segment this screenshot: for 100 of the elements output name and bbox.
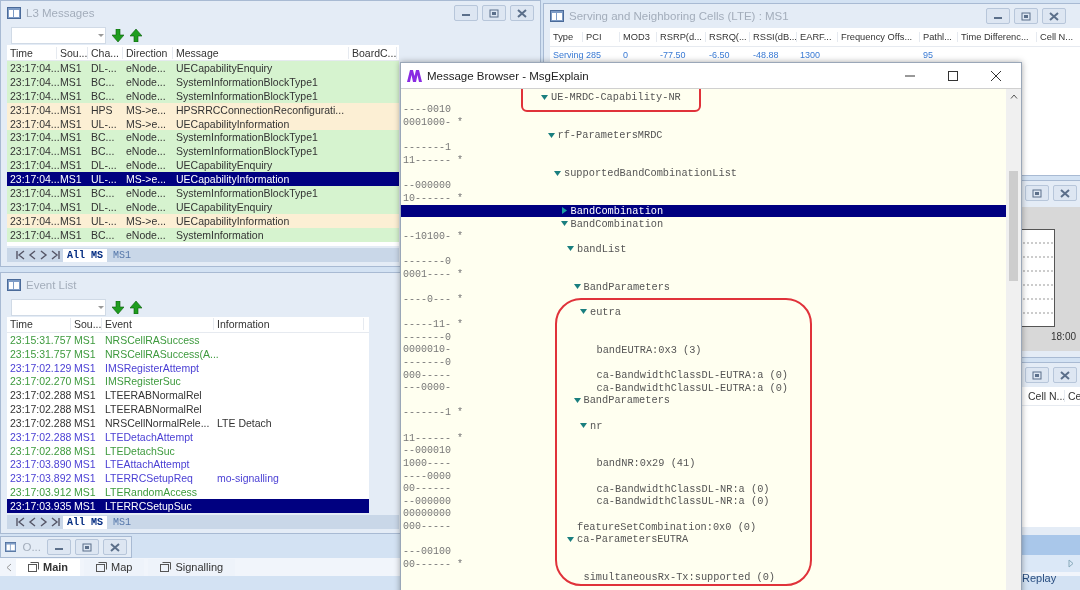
restore-button[interactable]: [1025, 367, 1049, 383]
tree-node[interactable]: bandEUTRA:0x3 (3): [551, 343, 1006, 357]
tree-node[interactable]: bandList: [401, 242, 1006, 256]
time-cell-text: 23:17:03.912: [9, 486, 71, 499]
event-row[interactable]: 23:17:03.890 MS1 LTEAttachAttempt: [7, 457, 369, 472]
tree-node[interactable]: BandCombination: [401, 217, 1006, 230]
nav-arrow-icon[interactable]: [15, 517, 25, 527]
tree-node[interactable]: ca-BandwidthClassUL-EUTRA:a (0): [551, 381, 1006, 394]
caret-down-icon[interactable]: [580, 422, 587, 430]
event-row[interactable]: 23:17:03.892 MS1 LTERRCSetupReq mo-signalling: [7, 471, 369, 486]
scroll-left-icon[interactable]: [6, 562, 12, 572]
message-row[interactable]: 23:17:04...MS1 DL-... eNode... UECapabilityEnquiry: [7, 158, 399, 173]
column-header[interactable]: Time: [7, 318, 71, 331]
column-header[interactable]: Ce: [1065, 390, 1080, 402]
restore-button[interactable]: [482, 5, 506, 21]
event-row[interactable]: 23:17:02.270 MS1 IMSRegisterSuc: [7, 374, 369, 389]
tree-node[interactable]: ca-BandwidthClassDL-EUTRA:a (0): [551, 368, 1006, 382]
event-row[interactable]: 23:17:02.288 MS1 LTEERABNormalRel: [7, 388, 369, 403]
column-header[interactable]: Cell N...: [1037, 32, 1080, 42]
column-header[interactable]: BoardC...: [349, 46, 397, 59]
minimize-button[interactable]: [47, 539, 71, 555]
tree-node[interactable]: UE-MRDC-Capability-NR: [401, 91, 1006, 104]
arrow-up-icon[interactable]: [130, 28, 142, 42]
nav-arrow-icon[interactable]: [51, 517, 61, 527]
tree-node[interactable]: rf-ParametersMRDC: [401, 128, 1006, 142]
column-header[interactable]: Cell N...: [1025, 390, 1065, 402]
event-row[interactable]: 23:17:02.288 MS1 LTEDetachAttempt: [7, 429, 369, 444]
caret-down-icon[interactable]: [580, 308, 587, 316]
minimize-button[interactable]: [454, 5, 478, 21]
tree-node[interactable]: BandParameters: [401, 280, 1006, 293]
nav-arrow-icon[interactable]: [15, 250, 25, 260]
scrollbar-thumb[interactable]: [1009, 171, 1018, 281]
restore-button[interactable]: [75, 539, 99, 555]
column-header[interactable]: EARF...: [797, 32, 838, 42]
event-row[interactable]: 23:15:31.757 MS1 NRSCellRASuccess(A...: [7, 346, 369, 361]
direction-cell-text: MS->e...: [125, 173, 167, 186]
column-header[interactable]: Event: [102, 318, 214, 331]
nav-arrow-icon[interactable]: [51, 250, 61, 260]
column-header[interactable]: Pathl...: [920, 32, 958, 42]
scrollbar[interactable]: [1006, 89, 1021, 590]
column-header[interactable]: Sou...: [57, 46, 88, 59]
tree-node[interactable]: ca-ParametersEUTRA: [401, 532, 1006, 546]
tree-node[interactable]: ca-BandwidthClassDL-NR:a (0): [551, 482, 1006, 495]
event-row[interactable]: 23:17:03.935 MS1 LTERRCSetupSuc: [7, 499, 369, 513]
message-row[interactable]: 23:17:04...MS1 DL-... eNode... UECapabilityEnquiry: [7, 61, 399, 75]
tab[interactable]: All MS: [63, 515, 107, 529]
message-row[interactable]: 23:17:04...MS1 BC... eNode... SystemInformationBlockType1: [7, 144, 399, 159]
column-header[interactable]: Time: [7, 46, 57, 59]
caret-right-icon[interactable]: [560, 207, 568, 215]
tree-node[interactable]: bandNR:0x29 (41): [551, 457, 1006, 470]
column-header[interactable]: Time Differenc...: [958, 32, 1037, 42]
restore-button[interactable]: [1014, 8, 1038, 24]
column-header[interactable]: Information: [214, 318, 364, 331]
caret-down-icon[interactable]: [554, 169, 561, 177]
arrow-up-icon[interactable]: [130, 300, 142, 314]
caret-down-icon[interactable]: [573, 396, 581, 404]
message-row[interactable]: 23:17:04...MS1 BC... eNode... SystemInformationBlockType1: [7, 186, 399, 200]
tree-node[interactable]: ca-BandwidthClassUL-NR:a (0): [551, 495, 1006, 508]
tree-node[interactable]: featureSetCombination:0x0 (0): [551, 520, 1006, 533]
column-header[interactable]: Sou...: [71, 318, 102, 331]
column-header[interactable]: Message: [173, 46, 349, 59]
message-row[interactable]: 23:17:04...MS1 UL-... MS->e... UECapabilityInformation: [7, 172, 399, 186]
tab[interactable]: All MS: [63, 248, 107, 262]
event-row[interactable]: 23:17:03.912 MS1 LTERandomAccess: [7, 485, 369, 500]
column-header[interactable]: RSRQ(...: [706, 32, 750, 42]
arrow-down-icon[interactable]: [112, 300, 124, 314]
event-row[interactable]: 23:17:02.288 MS1 LTEDetachSuc: [7, 443, 369, 458]
event-row[interactable]: 23:17:02.288 MS1 LTEERABNormalRel: [7, 402, 369, 416]
caret-down-icon[interactable]: [573, 283, 581, 291]
view-tab[interactable]: Main: [16, 558, 81, 576]
channel-cell-text: BC...: [90, 186, 116, 199]
restore-button[interactable]: [1025, 185, 1049, 201]
column-header[interactable]: RSSI(dB...: [750, 32, 797, 42]
column-header[interactable]: Type: [550, 32, 583, 42]
tree-node[interactable]: eutra: [401, 305, 1006, 319]
replay-label[interactable]: Replay: [1022, 572, 1057, 584]
arrow-down-icon[interactable]: [112, 28, 124, 42]
tree-node[interactable]: BandCombination: [401, 204, 1006, 218]
column-header[interactable]: MOD3: [620, 32, 657, 42]
tree-node[interactable]: BandParameters: [401, 394, 1006, 407]
column-header[interactable]: RSRP(d...: [657, 32, 706, 42]
column-header[interactable]: Cha...: [88, 46, 123, 59]
caret-down-icon[interactable]: [547, 131, 555, 139]
event-row[interactable]: 23:15:31.757 MS1 NRSCellRASuccess: [7, 332, 369, 347]
minimize-button[interactable]: [986, 8, 1010, 24]
column-header[interactable]: Frequency Offs...: [838, 32, 920, 42]
scroll-up-icon[interactable]: [1009, 94, 1018, 99]
event-row[interactable]: 23:17:02.129 MS1 IMSRegisterAttempt: [7, 360, 369, 375]
column-header[interactable]: Direction: [123, 46, 173, 59]
tree-node[interactable]: nr: [401, 419, 1006, 432]
message-row[interactable]: 23:17:04...MS1 BC... eNode... SystemInformationBlockType1: [7, 130, 399, 145]
caret-down-icon[interactable]: [567, 245, 574, 253]
column-header[interactable]: PCI: [583, 32, 620, 42]
message-cell-text: SystemInformationBlockType1: [175, 186, 319, 199]
caret-down-icon[interactable]: [560, 220, 568, 228]
event-row[interactable]: 23:17:02.288 MS1 NRSCellNormalRele... LTE Detach: [7, 416, 369, 430]
caret-down-icon[interactable]: [567, 535, 574, 543]
tree-node[interactable]: simultaneousRx-Tx:supported (0): [401, 570, 1006, 584]
tree-node[interactable]: supportedBandCombinationList: [401, 166, 1006, 180]
direction-cell-text: MS->e...: [125, 117, 167, 130]
